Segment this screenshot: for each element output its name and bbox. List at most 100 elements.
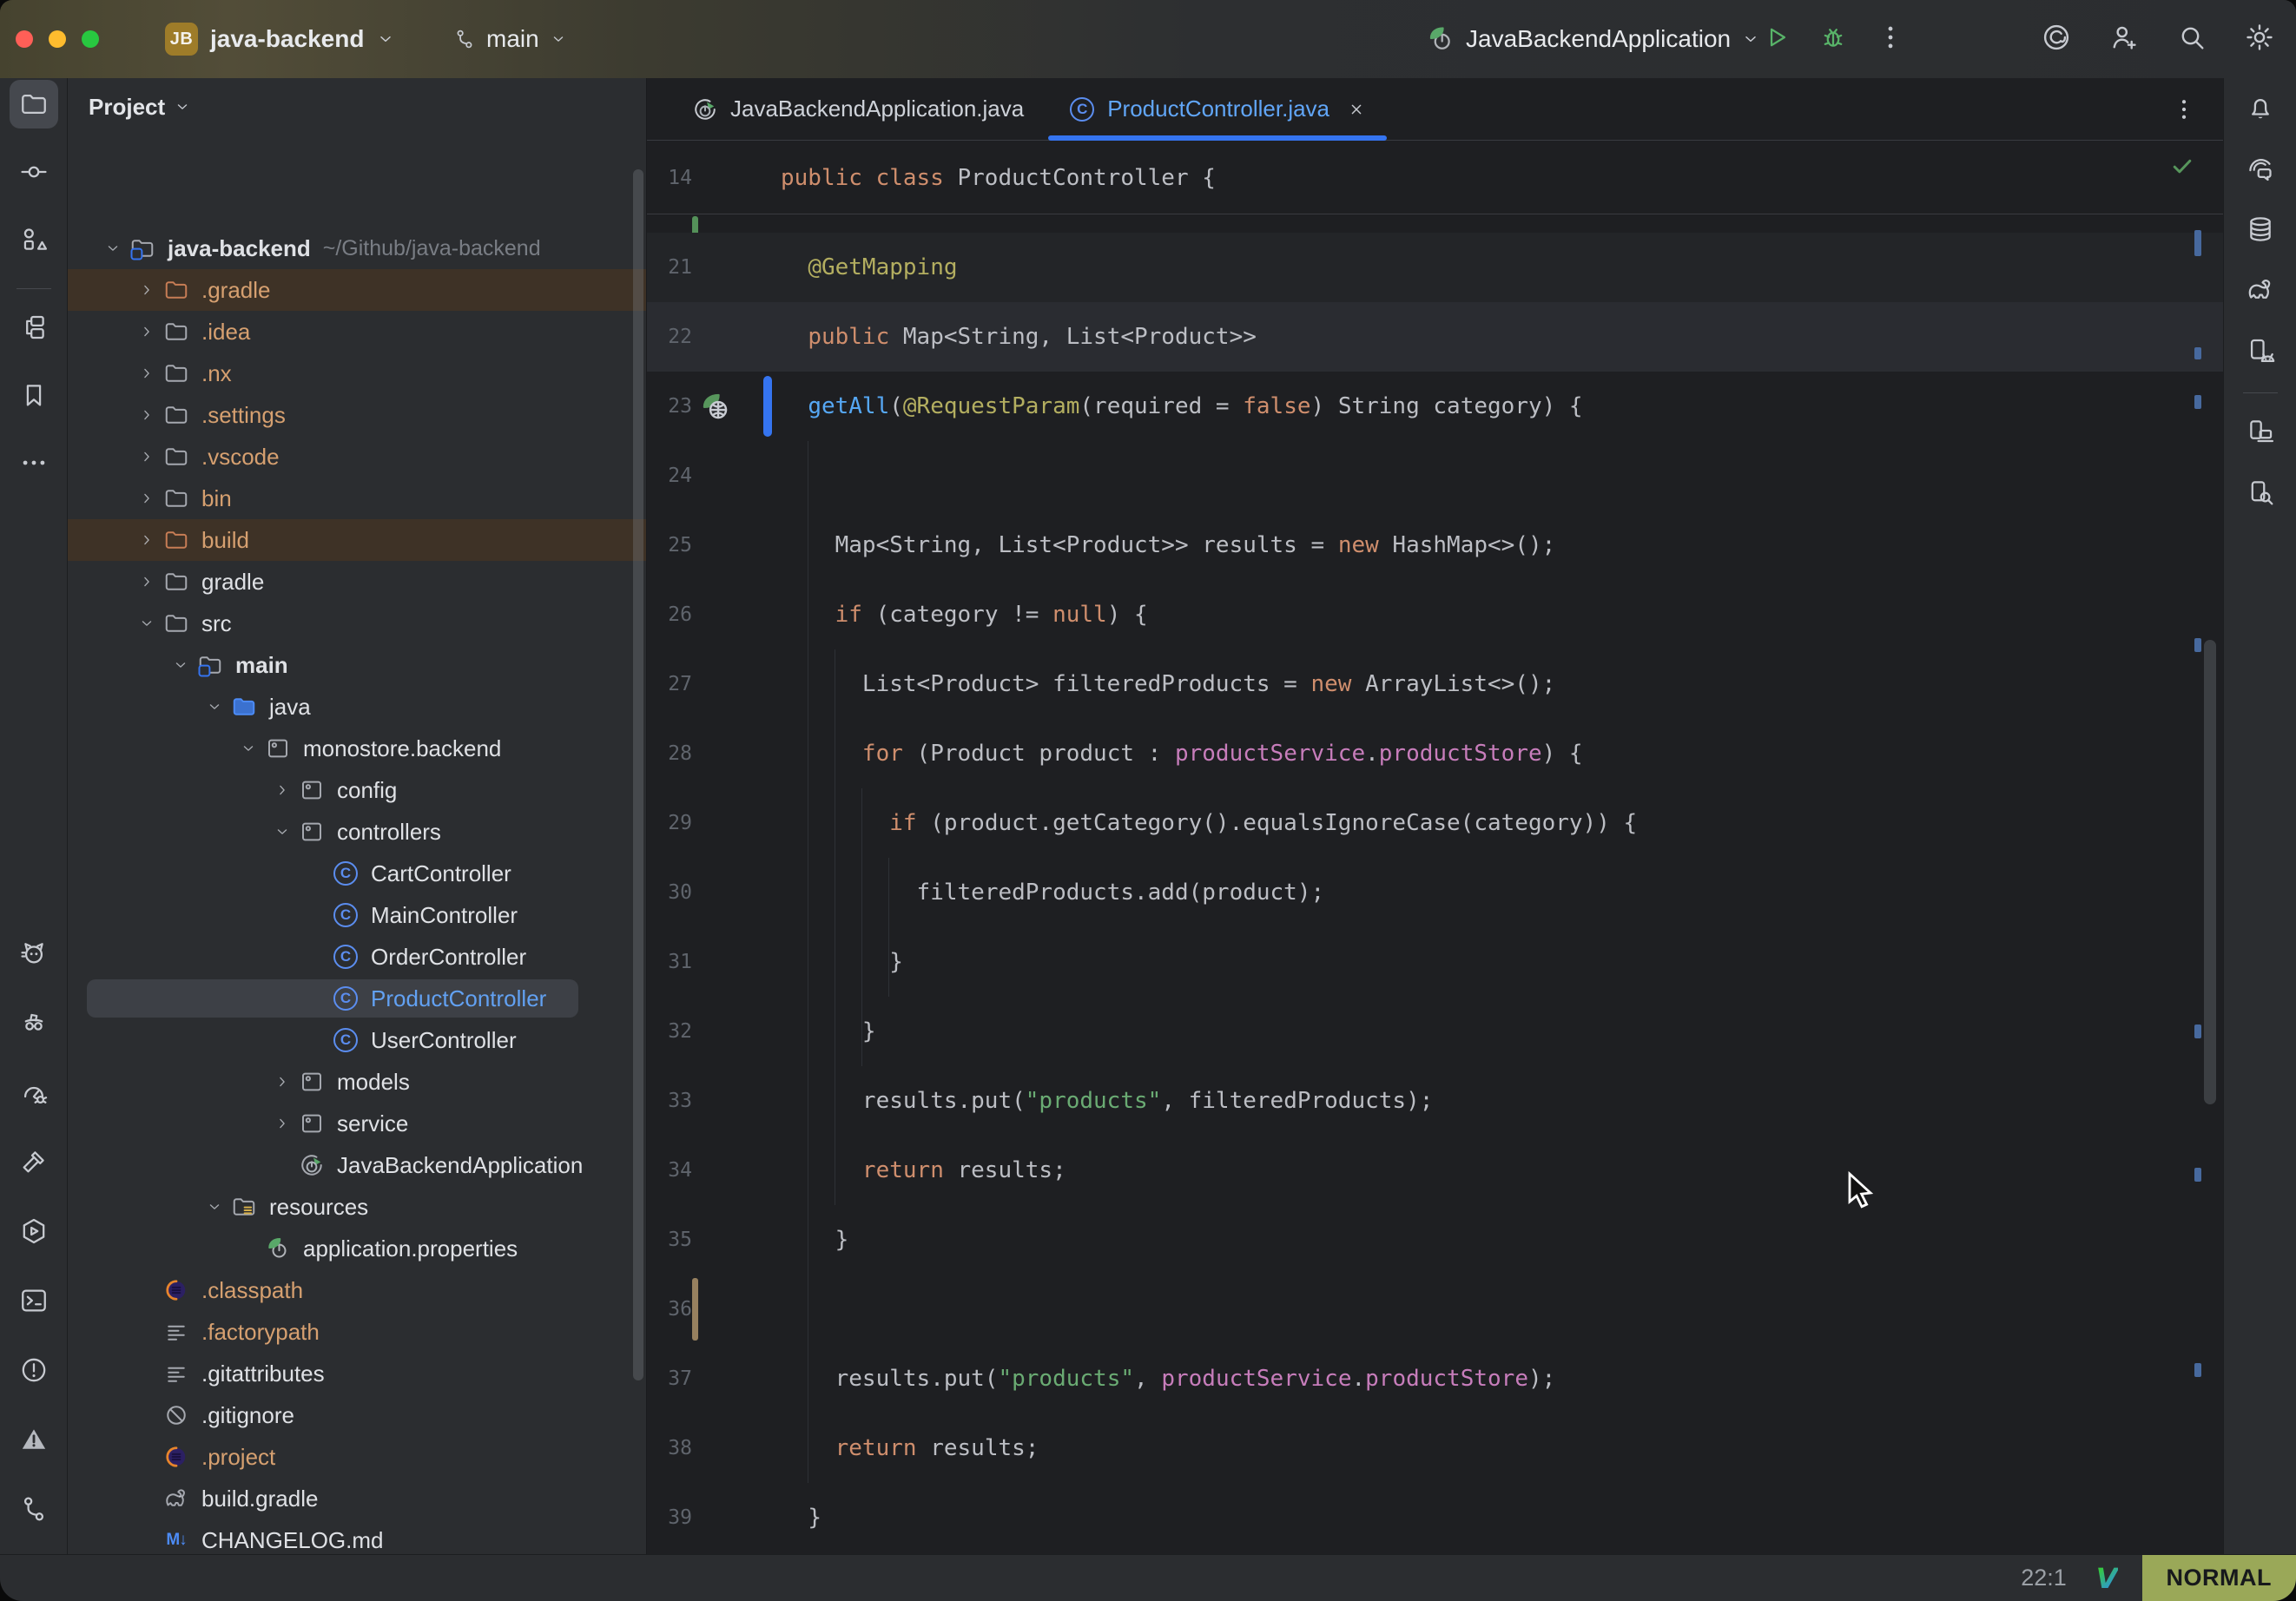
tree-item-main[interactable]: main [68,644,646,686]
tool-button-more-tool-windows[interactable] [10,438,58,487]
tree-item-.gradle[interactable]: .gradle [68,269,646,311]
tool-button-bookmarks[interactable] [10,371,58,419]
chevron-right-icon[interactable] [131,352,162,394]
search-button[interactable] [2176,22,2207,57]
tool-button-version-control[interactable] [10,1485,58,1533]
chevron-placeholder [131,1478,162,1519]
tree-item-java[interactable]: java [68,686,646,728]
tree-item-MainController[interactable]: CMainController [68,894,646,936]
tree-item-bin[interactable]: bin [68,478,646,519]
project-panel-header[interactable]: Project [68,78,646,135]
tree-item-.project[interactable]: .project [68,1436,646,1478]
code-area[interactable]: 14public class ProductController {21 @Ge… [647,141,2223,1554]
close-window-button[interactable] [16,30,33,48]
tree-item-application.properties[interactable]: application.properties [68,1228,646,1269]
chevron-down-icon[interactable] [267,811,298,853]
tree-item-src[interactable]: src [68,603,646,644]
zoom-window-button[interactable] [82,30,99,48]
vim-mode-badge[interactable]: NORMAL [2142,1555,2296,1601]
chevron-right-icon[interactable] [131,269,162,311]
tool-button-problems[interactable] [10,1346,58,1394]
chevron-down-icon[interactable] [199,1186,230,1228]
tool-button-running-devices[interactable] [2236,407,2285,456]
tool-button-run-tool[interactable] [10,1207,58,1255]
minimize-window-button[interactable] [49,30,66,48]
chevron-right-icon[interactable] [131,436,162,478]
tool-button-project[interactable] [10,80,58,128]
chevron-down-icon[interactable] [131,603,162,644]
tree-item-gradle[interactable]: gradle [68,561,646,603]
tree-item-ProductController[interactable]: CProductController [68,978,646,1019]
editor-scrollbar[interactable] [2204,640,2216,1104]
tool-button-ai-assistant[interactable] [2236,144,2285,193]
tree-item-monostore.backend[interactable]: monostore.backend [68,728,646,769]
tree-item-.idea[interactable]: .idea [68,311,646,352]
caret-position[interactable]: 22:1 [2021,1565,2067,1591]
tree-item-controllers[interactable]: controllers [68,811,646,853]
tree-item-UserController[interactable]: CUserController [68,1019,646,1061]
tree-item-build.gradle[interactable]: build.gradle [68,1478,646,1519]
tree-item-.gitattributes[interactable]: .gitattributes [68,1353,646,1394]
tab-JavaBackendApplication.java[interactable]: JavaBackendApplication.java [670,78,1046,140]
tool-button-commit[interactable] [10,148,58,196]
run-button[interactable] [1761,23,1791,56]
settings-button[interactable] [2244,22,2275,57]
tool-button-structure[interactable] [10,303,58,352]
debug-button[interactable] [1818,23,1848,56]
tool-button-logcat[interactable] [10,929,58,978]
tool-button-app-inspection[interactable] [10,998,58,1047]
tree-item-build[interactable]: build [68,519,646,561]
editor-options-button[interactable] [2171,78,2197,141]
chevron-right-icon[interactable] [267,1103,298,1144]
tree-item-.factorypath[interactable]: .factorypath [68,1311,646,1353]
tree-item-CHANGELOG.md[interactable]: M↓CHANGELOG.md [68,1519,646,1554]
tool-button-gradle[interactable] [2236,266,2285,314]
project-widget[interactable]: JB java-backend [165,0,395,78]
inspection-ok-icon[interactable] [2169,153,2195,179]
chevron-down-icon[interactable] [233,728,264,769]
tree-scrollbar[interactable] [633,169,643,1380]
tool-button-profiler[interactable] [10,1068,58,1117]
tool-button-notifications[interactable] [2236,83,2285,132]
tree-item-resources[interactable]: resources [68,1186,646,1228]
add-user-button[interactable] [2108,22,2140,57]
close-tab-icon[interactable] [1347,100,1366,119]
chevron-right-icon[interactable] [131,478,162,519]
run-configuration-widget[interactable]: JavaBackendApplication [1426,0,1760,78]
chevron-right-icon[interactable] [267,769,298,811]
chevron-right-icon[interactable] [131,519,162,561]
spring-run-icon [692,96,718,122]
tree-item-config[interactable]: config [68,769,646,811]
tree-item-.classpath[interactable]: .classpath [68,1269,646,1311]
tree-item-java-backend[interactable]: java-backend~/Github/java-backend [68,227,646,269]
tree-item-.nx[interactable]: .nx [68,352,646,394]
tree-item-.settings[interactable]: .settings [68,394,646,436]
ai-at-button[interactable] [2041,22,2072,57]
more-actions-button[interactable] [1876,23,1905,56]
tool-button-build[interactable] [10,1137,58,1186]
tree-item-models[interactable]: models [68,1061,646,1103]
chevron-down-icon[interactable] [97,227,129,269]
spring-mapping-icon[interactable] [699,391,730,422]
chevron-right-icon[interactable] [131,394,162,436]
tree-item-.vscode[interactable]: .vscode [68,436,646,478]
chevron-right-icon[interactable] [267,1061,298,1103]
tool-button-warnings[interactable] [10,1415,58,1464]
tool-button-device-explorer[interactable] [2236,468,2285,517]
tool-button-terminal[interactable] [10,1276,58,1325]
branch-widget[interactable]: main [453,0,567,78]
tab-ProductController.java[interactable]: CProductController.java [1046,78,1389,140]
chevron-right-icon[interactable] [131,311,162,352]
chevron-down-icon[interactable] [199,686,230,728]
chevron-right-icon[interactable] [131,561,162,603]
tree-item-JavaBackendApplication[interactable]: JavaBackendApplication [68,1144,646,1186]
tree-item-CartController[interactable]: CCartController [68,853,646,894]
tool-button-database[interactable] [2236,205,2285,254]
tree-item-service[interactable]: service [68,1103,646,1144]
tool-button-resource-manager[interactable] [10,215,58,264]
chevron-down-icon[interactable] [165,644,196,686]
tool-button-device-manager[interactable] [2236,326,2285,375]
tree-item-OrderController[interactable]: COrderController [68,936,646,978]
vim-icon[interactable]: V [2096,1562,2118,1595]
tree-item-.gitignore[interactable]: .gitignore [68,1394,646,1436]
